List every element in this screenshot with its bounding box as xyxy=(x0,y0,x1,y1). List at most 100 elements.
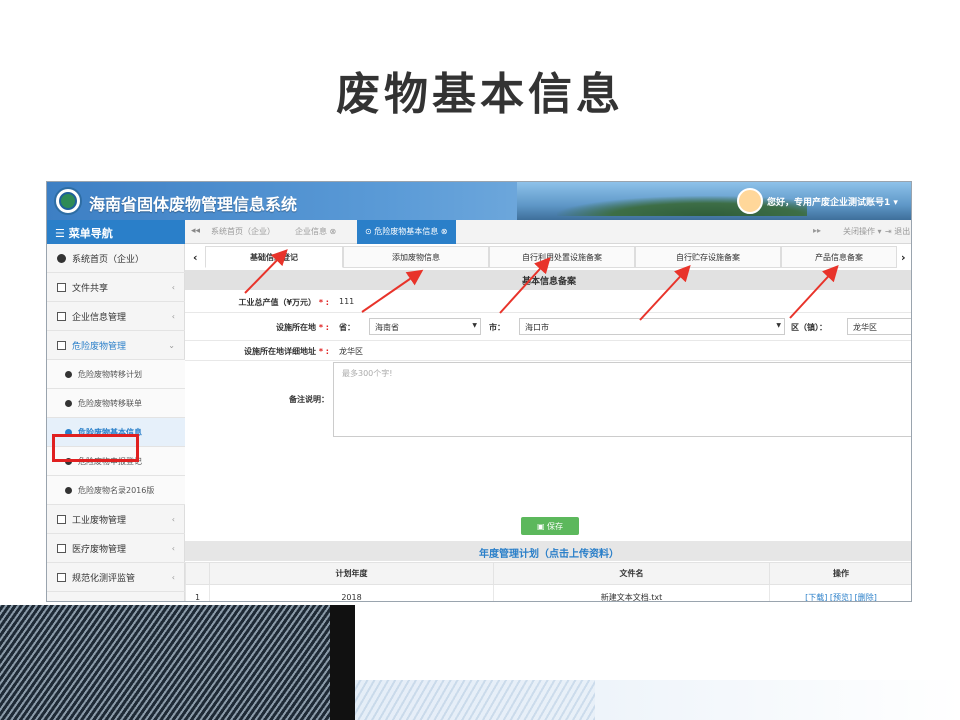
table-header-action: 操作 xyxy=(769,562,911,585)
location-label: 设施所在地 * : xyxy=(276,323,329,332)
sidebar-item-label: 文件共享 xyxy=(72,283,109,294)
address-input[interactable]: 龙华区 xyxy=(339,346,363,357)
footer-decoration-stripes xyxy=(0,605,330,720)
sidebar-item-label: 医疗废物管理 xyxy=(72,544,127,555)
list-icon xyxy=(57,514,66,524)
row-file: 新建文本文档.txt xyxy=(493,584,770,601)
form-row-output: 工业总产值（¥万元） * : 111 xyxy=(185,291,911,313)
delete-link[interactable]: [删除] xyxy=(855,593,877,602)
caret-down-icon: ▼ xyxy=(472,322,477,329)
tab-home[interactable]: 系统首页（企业） xyxy=(211,226,275,237)
row-actions: [下载] [预览] [删除] xyxy=(769,584,911,602)
sidebar-item-transfer-slip[interactable]: 危险废物转移联单 xyxy=(47,389,185,418)
sidebar-item-industrial-waste[interactable]: 工业废物管理 ‹ xyxy=(47,505,185,534)
circle-icon xyxy=(65,399,72,407)
system-logo-icon xyxy=(54,187,82,215)
highlight-box xyxy=(52,434,139,462)
close-ops-menu[interactable]: 关闭操作 ▾ xyxy=(843,226,882,237)
list-icon xyxy=(57,340,66,350)
district-label: 区（镇）： xyxy=(791,323,827,332)
sidebar-item-label: 工业废物管理 xyxy=(72,515,127,526)
sidebar-item-home[interactable]: 系统首页（企业） xyxy=(47,244,185,273)
chevron-left-icon: ‹ xyxy=(171,514,175,524)
chevron-left-icon: ‹ xyxy=(171,543,175,553)
tab-bar: ◂◂ 系统首页（企业） 企业信息 ⊗ ⊙ 危险废物基本信息 ⊗ ▸▸ 关闭操作 … xyxy=(185,220,911,244)
sidebar-item-label: 危险废物转移联单 xyxy=(78,398,142,408)
sidebar-item-transfer-plan[interactable]: 危险废物转移计划 xyxy=(47,360,185,389)
section-title: 基本信息备案 xyxy=(185,270,911,290)
circle-icon xyxy=(65,486,72,494)
chevron-down-icon: ⌄ xyxy=(168,340,175,350)
list-icon xyxy=(57,282,66,292)
user-avatar-icon[interactable] xyxy=(737,188,763,214)
footer-decoration-light xyxy=(355,680,960,720)
province-select[interactable]: 海南省 ▼ xyxy=(369,318,481,335)
sidebar-item-hazardous[interactable]: 危险废物管理 ⌄ xyxy=(47,331,185,360)
row-year: 2018 xyxy=(209,584,494,601)
list-icon xyxy=(57,572,66,582)
sidebar-item-label: 危险废物名录2016版 xyxy=(78,485,155,495)
form-row-location: 设施所在地 * : 省： 海南省 ▼ 市： 海口市 ▼ 区（镇）： 龙华区 xyxy=(185,313,911,341)
form-row-address: 设施所在地详细地址 * : 龙华区 xyxy=(185,341,911,361)
output-label: 工业总产值（¥万元） * : xyxy=(238,298,329,307)
sidebar-item-label: 危险废物管理 xyxy=(72,341,127,352)
subtab-add-waste[interactable]: 添加废物信息 xyxy=(343,246,489,268)
sidebar-item-catalog-2016[interactable]: 危险废物名录2016版 xyxy=(47,476,185,505)
subtab-bar: ‹ 基础信息登记 添加废物信息 自行利用处置设施备案 自行贮存设施备案 产品信息… xyxy=(185,246,911,268)
sidebar-item-medical-waste[interactable]: 医疗废物管理 ‹ xyxy=(47,534,185,563)
sidebar-item-file-share[interactable]: 文件共享 ‹ xyxy=(47,273,185,302)
system-title: 海南省固体废物管理信息系统 xyxy=(89,195,298,214)
tab-prev-icon[interactable]: ◂◂ xyxy=(191,226,200,236)
tab-hazardous-basic-info[interactable]: ⊙ 危险废物基本信息 ⊗ xyxy=(357,220,456,244)
form-row-remark: 备注说明： 最多300个字! xyxy=(185,362,911,438)
province-label: 省： xyxy=(339,323,355,332)
district-select[interactable]: 龙华区 xyxy=(847,318,911,335)
preview-link[interactable]: [预览] xyxy=(830,593,852,602)
table-header-year: 计划年度 xyxy=(209,562,494,585)
table-header-file: 文件名 xyxy=(493,562,770,585)
tab-next-icon[interactable]: ▸▸ xyxy=(813,226,821,235)
plan-table: 计划年度 文件名 操作 1 2018 新建文本文档.txt [下载] [预览] … xyxy=(185,562,911,602)
table-header-index xyxy=(185,562,210,585)
list-icon xyxy=(57,311,66,321)
subtab-prev-icon[interactable]: ‹ xyxy=(193,251,198,264)
sidebar-item-label: 系统首页（企业） xyxy=(72,254,145,265)
circle-icon xyxy=(65,370,72,378)
subtab-disposal-facility[interactable]: 自行利用处置设施备案 xyxy=(489,246,635,268)
remark-textarea[interactable]: 最多300个字! xyxy=(333,362,911,437)
app-header: 海南省固体废物管理信息系统 您好，专用产废企业测试账号1 ▾ xyxy=(47,182,911,220)
sidebar-item-label: 规范化测评监管 xyxy=(72,573,136,584)
subtab-basic-registration[interactable]: 基础信息登记 xyxy=(205,246,343,268)
chevron-left-icon: ‹ xyxy=(171,311,175,321)
list-icon xyxy=(57,543,66,553)
city-label: 市： xyxy=(489,323,505,332)
subtab-product-info[interactable]: 产品信息备案 xyxy=(781,246,897,268)
user-menu[interactable]: 您好，专用产废企业测试账号1 ▾ xyxy=(767,195,898,208)
plan-section-title[interactable]: 年度管理计划（点击上传资料） xyxy=(185,541,911,561)
circle-icon xyxy=(57,253,66,263)
city-select[interactable]: 海口市 ▼ xyxy=(519,318,785,335)
sidebar: 系统首页（企业） 文件共享 ‹ 企业信息管理 ‹ 危险废物管理 ⌄ 危险废物转移… xyxy=(47,244,185,601)
app-screenshot: 海南省固体废物管理信息系统 您好，专用产废企业测试账号1 ▾ ☰ 菜单导航 ◂◂… xyxy=(46,181,912,602)
row-index: 1 xyxy=(185,584,210,601)
subtab-storage-facility[interactable]: 自行贮存设施备案 xyxy=(635,246,781,268)
sidebar-item-label: 危险废物转移计划 xyxy=(78,369,142,379)
caret-down-icon: ▼ xyxy=(776,322,781,329)
subtab-next-icon[interactable]: › xyxy=(901,251,906,264)
chevron-left-icon: ‹ xyxy=(171,572,175,582)
sidebar-item-company-info[interactable]: 企业信息管理 ‹ xyxy=(47,302,185,331)
address-label: 设施所在地详细地址 * : xyxy=(244,347,329,356)
menu-nav-title[interactable]: ☰ 菜单导航 xyxy=(47,220,185,244)
slide-title: 废物基本信息 xyxy=(336,69,624,120)
logout-button[interactable]: ⇥ 退出 xyxy=(885,226,910,237)
download-link[interactable]: [下载] xyxy=(805,593,827,602)
sidebar-item-assessment[interactable]: 规范化测评监管 ‹ xyxy=(47,563,185,592)
main-content: ‹ 基础信息登记 添加废物信息 自行利用处置设施备案 自行贮存设施备案 产品信息… xyxy=(185,244,911,602)
save-button[interactable]: ▣ 保存 xyxy=(521,517,579,535)
sidebar-item-label: 企业信息管理 xyxy=(72,312,127,323)
output-value-input[interactable]: 111 xyxy=(339,297,354,306)
table-header-row: 计划年度 文件名 操作 xyxy=(185,562,911,585)
chevron-left-icon: ‹ xyxy=(171,282,175,292)
tab-company-info[interactable]: 企业信息 ⊗ xyxy=(295,226,336,237)
save-icon: ▣ xyxy=(536,522,548,531)
